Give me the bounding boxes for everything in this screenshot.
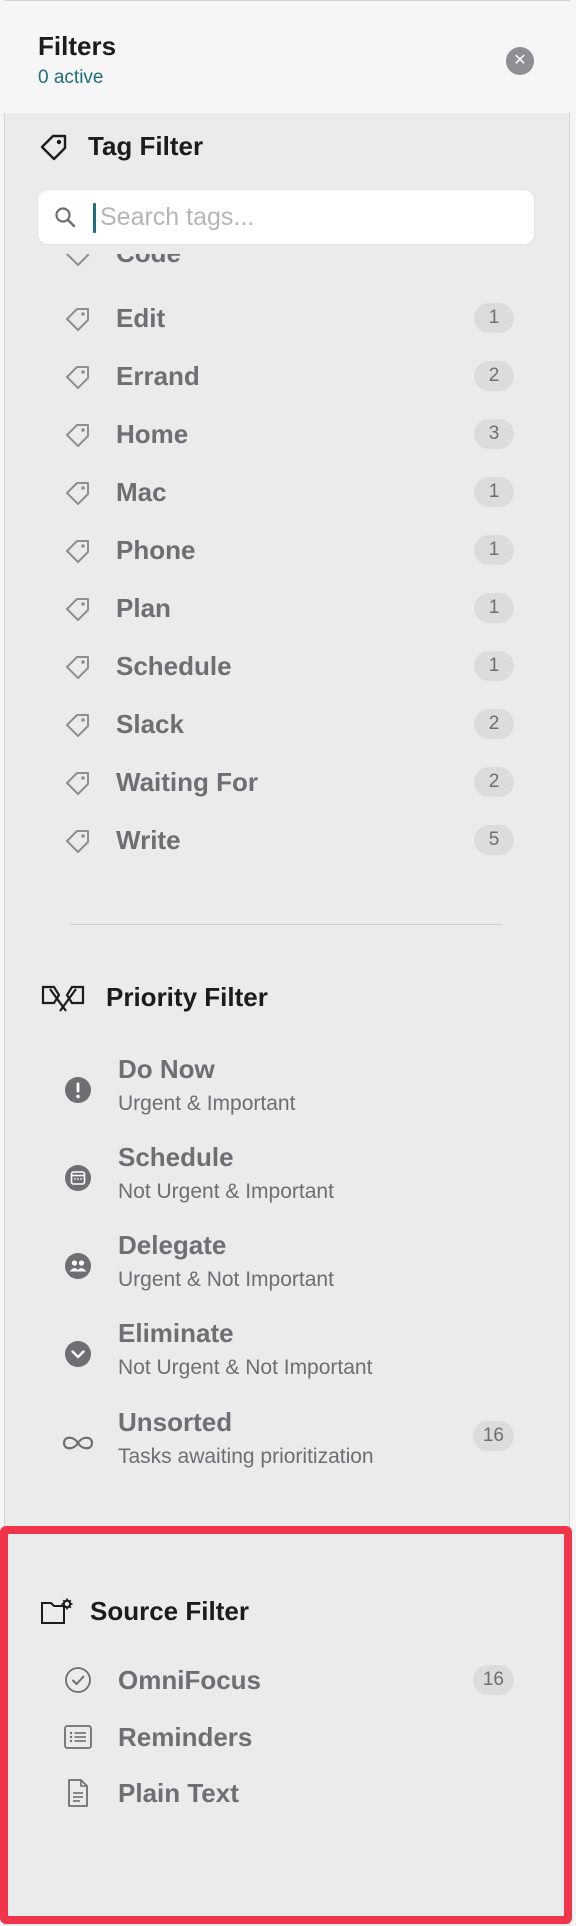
tag-item-edit[interactable]: Edit 1 <box>60 293 514 343</box>
tag-item-label: Waiting For <box>116 766 259 797</box>
priority-item-desc: Urgent & Not Important <box>118 1268 334 1291</box>
count-badge: 3 <box>474 419 514 449</box>
count-badge: 5 <box>474 825 514 855</box>
tag-item-label: Write <box>116 824 181 855</box>
tag-icon <box>60 419 96 449</box>
priority-item-label: Do Now <box>118 1054 215 1084</box>
priority-item-label: Eliminate <box>118 1318 234 1348</box>
tag-icon <box>60 767 96 797</box>
tag-item-label: Slack <box>116 708 184 739</box>
tag-item-home[interactable]: Home 3 <box>60 409 514 459</box>
tag-icon <box>60 477 96 507</box>
tag-item-label: Home <box>116 418 189 449</box>
text-caret <box>93 203 96 233</box>
tag-filter-header: Tag Filter <box>38 130 203 162</box>
priority-filter-header: Priority Filter <box>40 982 268 1013</box>
source-item-label: Plain Text <box>118 1777 239 1808</box>
tag-item-write[interactable]: Write 5 <box>60 815 514 865</box>
count-badge: 1 <box>474 535 514 565</box>
tag-icon <box>38 130 72 162</box>
filters-title: Filters <box>38 31 117 61</box>
tag-item-label: Schedule <box>116 650 232 681</box>
source-item-omnifocus[interactable]: OmniFocus 16 <box>60 1657 514 1703</box>
tag-icon <box>60 303 96 333</box>
source-filter-title: Source Filter <box>90 1596 249 1626</box>
tag-item-label: Edit <box>116 302 166 333</box>
count-badge: 2 <box>474 767 514 797</box>
list-icon <box>60 1724 96 1750</box>
priority-item-desc: Urgent & Important <box>118 1092 296 1115</box>
priority-filter-title: Priority Filter <box>106 982 268 1012</box>
source-item-plain-text[interactable]: Plain Text <box>60 1770 514 1816</box>
tag-item-slack[interactable]: Slack 2 <box>60 699 514 749</box>
people-icon <box>60 1248 96 1284</box>
count-badge: 16 <box>472 1665 514 1695</box>
priority-item-desc: Not Urgent & Not Important <box>118 1356 373 1379</box>
close-icon[interactable]: ✕ <box>506 47 534 75</box>
section-divider <box>70 924 502 925</box>
count-badge: 2 <box>474 361 514 391</box>
priority-item-label: Schedule <box>118 1142 234 1172</box>
tag-item-plan[interactable]: Plan 1 <box>60 583 514 633</box>
search-icon <box>54 206 76 233</box>
count-badge: 1 <box>474 303 514 333</box>
tag-icon <box>60 593 96 623</box>
tag-item-mac[interactable]: Mac 1 <box>60 467 514 517</box>
tag-item-errand[interactable]: Errand 2 <box>60 351 514 401</box>
active-count: 0 active <box>38 67 104 88</box>
filters-header: Filters 0 active ✕ <box>4 0 570 113</box>
tag-icon <box>60 254 96 268</box>
tag-filter-title: Tag Filter <box>88 130 204 161</box>
chevron-down-icon <box>60 1336 96 1372</box>
filters-panel <box>4 0 570 1926</box>
tag-item-label: Phone <box>116 534 196 565</box>
document-icon <box>60 1778 96 1808</box>
count-badge: 2 <box>474 709 514 739</box>
priority-item-unsorted[interactable]: Unsorted Tasks awaiting prioritization 1… <box>60 1405 514 1485</box>
source-item-label: Reminders <box>118 1721 253 1752</box>
tag-item-label: Errand <box>116 360 200 391</box>
priority-item-label: Delegate <box>118 1230 227 1260</box>
flags-icon <box>40 983 88 1013</box>
tag-search[interactable] <box>38 190 534 244</box>
priority-item-do-now[interactable]: Do Now Urgent & Important <box>60 1052 514 1132</box>
tag-icon <box>60 709 96 739</box>
tag-item-partial[interactable]: Code <box>60 254 514 276</box>
priority-item-label: Unsorted <box>118 1407 233 1437</box>
count-badge: 1 <box>474 593 514 623</box>
priority-item-eliminate[interactable]: Eliminate Not Urgent & Not Important <box>60 1316 514 1396</box>
exclamation-icon <box>60 1072 96 1108</box>
infinity-icon <box>60 1425 96 1461</box>
priority-item-desc: Tasks awaiting prioritization <box>118 1445 374 1468</box>
count-badge: 1 <box>474 477 514 507</box>
search-input[interactable] <box>100 198 520 236</box>
source-filter-header: Source Filter <box>40 1596 249 1627</box>
tag-item-phone[interactable]: Phone 1 <box>60 525 514 575</box>
priority-item-desc: Not Urgent & Important <box>118 1180 334 1203</box>
priority-item-delegate[interactable]: Delegate Urgent & Not Important <box>60 1228 514 1308</box>
tag-item-schedule[interactable]: Schedule 1 <box>60 641 514 691</box>
count-badge: 16 <box>472 1421 514 1451</box>
tag-item-waiting-for[interactable]: Waiting For 2 <box>60 757 514 807</box>
checkmark-circle-icon <box>60 1666 96 1694</box>
tag-icon <box>60 535 96 565</box>
tag-icon <box>60 651 96 681</box>
tag-item-label: Code <box>116 254 181 269</box>
calendar-icon <box>60 1160 96 1196</box>
count-badge: 1 <box>474 651 514 681</box>
tag-icon <box>60 825 96 855</box>
folder-gear-icon <box>40 1598 76 1626</box>
source-item-label: OmniFocus <box>118 1664 262 1695</box>
source-item-reminders[interactable]: Reminders <box>60 1714 514 1760</box>
tag-item-label: Mac <box>116 476 167 507</box>
priority-item-schedule[interactable]: Schedule Not Urgent & Important <box>60 1140 514 1220</box>
tag-item-label: Plan <box>116 592 171 623</box>
tag-icon <box>60 361 96 391</box>
